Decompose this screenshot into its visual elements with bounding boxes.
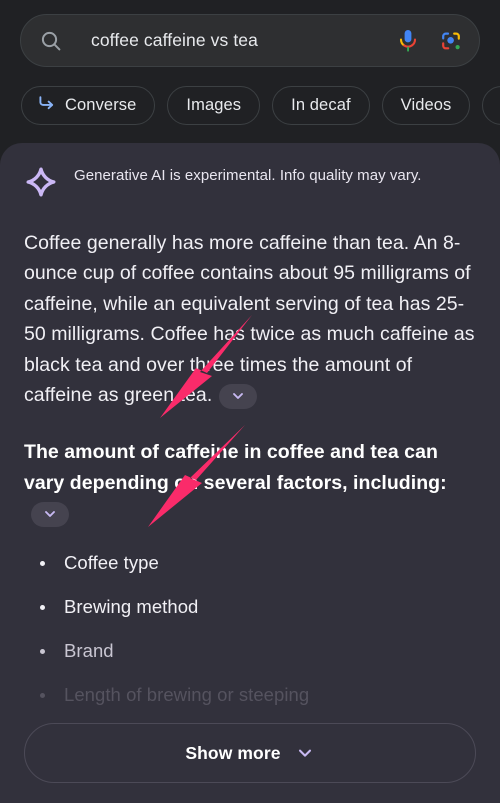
show-more-button[interactable]: Show more: [24, 723, 476, 783]
google-lens-icon[interactable]: [439, 29, 463, 53]
chip-videos[interactable]: Videos: [381, 86, 471, 125]
chip-label: Converse: [65, 96, 137, 114]
chip-images[interactable]: Images: [167, 86, 261, 125]
chip-label: In decaf: [291, 96, 351, 114]
ai-answer-heading-text: The amount of caffeine in coffee and tea…: [24, 441, 447, 494]
ai-answer-heading: The amount of caffeine in coffee and tea…: [24, 437, 476, 528]
show-more-label: Show more: [185, 742, 281, 763]
ai-answer-paragraph: Coffee generally has more caffeine than …: [24, 228, 476, 410]
chip-label: Videos: [400, 96, 452, 114]
chevron-down-icon: [45, 511, 55, 518]
chip-chart[interactable]: Chart: [482, 86, 500, 125]
filter-chips: Converse Images In decaf Videos Chart: [20, 86, 500, 125]
chip-label: Images: [186, 96, 242, 114]
chevron-down-icon: [298, 749, 311, 757]
gemini-sparkle-icon: [26, 167, 56, 202]
top-bar: coffee caffeine vs tea Converse Images I…: [0, 0, 500, 143]
chip-in-decaf[interactable]: In decaf: [272, 86, 370, 125]
generative-ai-panel: Generative AI is experimental. Info qual…: [0, 143, 500, 803]
list-item: Length of brewing or steeping: [40, 683, 476, 708]
search-action-icons: [397, 28, 463, 54]
ai-answer-text: Coffee generally has more caffeine than …: [24, 232, 475, 407]
search-icon: [39, 29, 63, 53]
ai-disclaimer: Generative AI is experimental. Info qual…: [24, 165, 476, 202]
microphone-icon[interactable]: [397, 28, 419, 54]
arrow-turn-right-icon: [37, 94, 56, 118]
chip-converse[interactable]: Converse: [21, 86, 156, 125]
factors-list: Coffee type Brewing method Brand Length …: [24, 551, 476, 708]
expand-answer-button-1[interactable]: [219, 383, 258, 409]
list-item: Brewing method: [40, 595, 476, 620]
chevron-down-icon: [233, 393, 244, 399]
search-bar[interactable]: coffee caffeine vs tea: [20, 14, 480, 67]
search-input[interactable]: coffee caffeine vs tea: [91, 30, 397, 51]
expand-answer-button-2[interactable]: [31, 501, 69, 527]
list-item: Coffee type: [40, 551, 476, 576]
ai-disclaimer-text: Generative AI is experimental. Info qual…: [74, 167, 422, 184]
list-item: Brand: [40, 639, 476, 664]
